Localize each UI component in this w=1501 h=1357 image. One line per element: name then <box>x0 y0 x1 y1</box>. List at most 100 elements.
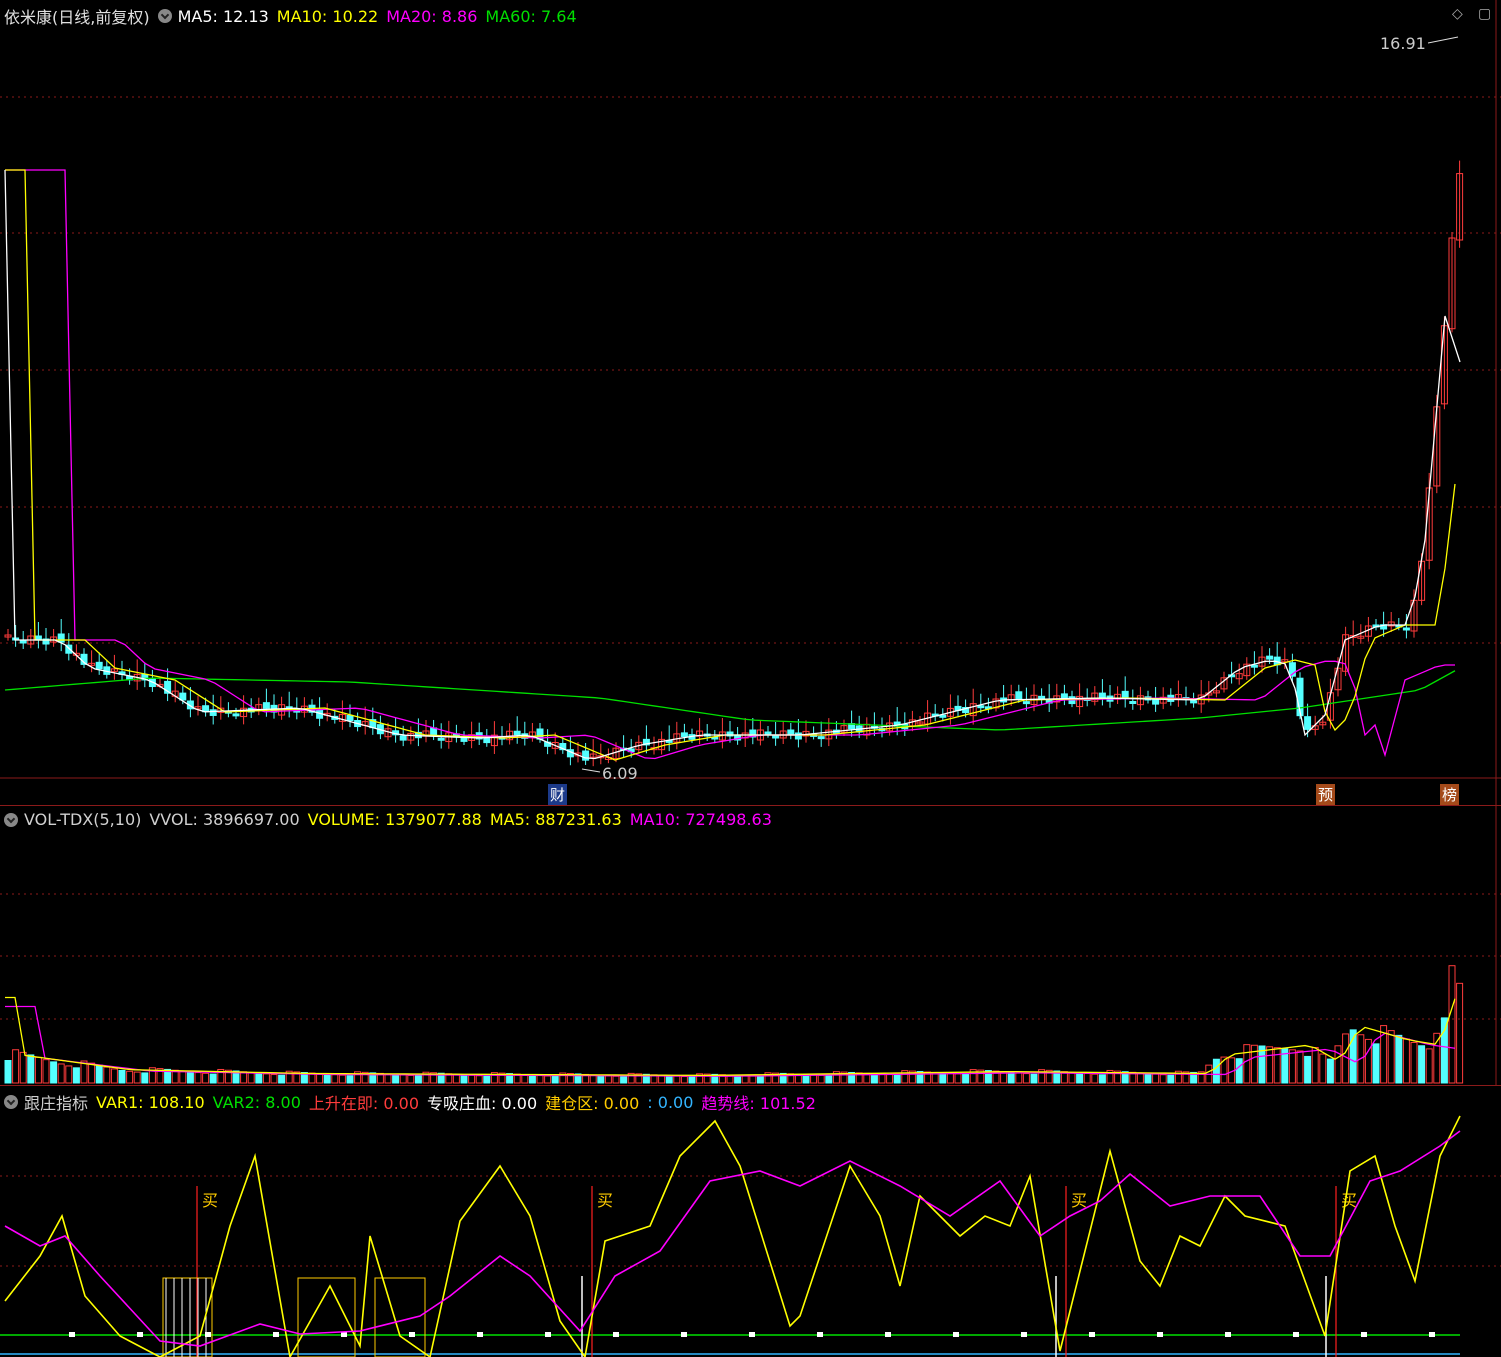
volume-bar <box>42 1059 50 1084</box>
volume-bar <box>673 1075 681 1084</box>
volume-bar <box>65 1065 73 1084</box>
volume-bar <box>278 1074 286 1084</box>
dropdown-icon[interactable] <box>4 1095 18 1109</box>
volume-bar <box>95 1064 103 1084</box>
volume-panel[interactable]: VOL-TDX(5,10) VVOL: 3896697.00 VOLUME: 1… <box>0 805 1501 1086</box>
volume-bar <box>1410 1041 1418 1084</box>
volume-bar <box>1311 1046 1319 1084</box>
volume-bar <box>1440 1017 1448 1084</box>
volume-bar <box>1296 1050 1304 1084</box>
volume-bar <box>202 1072 210 1084</box>
volume-bar <box>407 1074 415 1084</box>
volume-bar <box>1387 1030 1395 1084</box>
candle-body <box>1304 716 1312 730</box>
build-label: 建仓区: 0.00 <box>545 1090 639 1114</box>
candle-body <box>346 714 354 721</box>
volume-bar <box>741 1075 749 1084</box>
var1-line <box>4 1115 1461 1357</box>
ma10-line <box>5 169 1456 761</box>
ma5-line <box>4 169 1461 760</box>
candle-body <box>977 705 985 709</box>
rise-name: 上升在即 <box>308 1094 373 1113</box>
volume-bar <box>680 1076 688 1084</box>
candle-body <box>437 737 445 741</box>
baseline-dot <box>1021 1332 1027 1337</box>
ma20-label: MA20: 8.86 <box>386 6 478 26</box>
volume-bar <box>604 1075 612 1084</box>
baseline-dot <box>953 1332 959 1337</box>
marker-ranking[interactable]: 榜 <box>1440 784 1460 805</box>
trend-label: 趋势线: 101.52 <box>701 1090 815 1114</box>
maximize-icon[interactable]: ▢ <box>1478 6 1491 22</box>
volume-bar <box>50 1061 58 1084</box>
volume-bar <box>255 1072 263 1084</box>
absorb-label: 专吸庄血: 0.00 <box>427 1090 537 1114</box>
volume-bar <box>1136 1072 1144 1084</box>
high-pointer <box>1427 36 1459 44</box>
baseline-dot <box>477 1332 483 1337</box>
volume-bar <box>126 1070 134 1084</box>
candle-body <box>1129 701 1137 705</box>
volume-bar <box>483 1075 491 1084</box>
volume-bar <box>756 1075 764 1084</box>
baseline-dot <box>1157 1332 1163 1337</box>
candle-body <box>262 702 270 709</box>
candle-body <box>399 735 407 741</box>
volume-bar <box>103 1066 111 1084</box>
volume-bar <box>316 1073 324 1084</box>
baseline-dot <box>409 1332 415 1337</box>
volume-bar <box>528 1074 536 1084</box>
build-value: : 0.00 <box>593 1094 640 1113</box>
stock-title[interactable]: 依米康(日线,前复权) <box>4 4 150 28</box>
volume-bar <box>19 1051 27 1084</box>
volume-bar <box>886 1074 894 1084</box>
volume-bar <box>186 1071 194 1084</box>
candlestick-chart[interactable] <box>0 0 1501 805</box>
ma60-line <box>4 670 1456 731</box>
volume-bar <box>331 1074 339 1084</box>
volume-bar <box>475 1075 483 1084</box>
indicator-name[interactable]: 跟庄指标 <box>24 1090 88 1114</box>
volume-bar <box>1395 1034 1403 1084</box>
volume-bar <box>209 1073 217 1084</box>
candle-body <box>787 729 795 736</box>
vol-indicator-name[interactable]: VOL-TDX(5,10) <box>24 810 141 829</box>
volume-bar <box>57 1063 65 1084</box>
volume-bar <box>27 1054 35 1084</box>
candle-body <box>1402 627 1410 631</box>
volume-bar <box>179 1070 187 1084</box>
candle-body <box>1098 692 1106 698</box>
volume-bar <box>1091 1073 1099 1084</box>
volume-bar <box>878 1073 886 1084</box>
low-pointer <box>581 768 601 773</box>
volume-bar <box>1304 1055 1312 1084</box>
volume-bar <box>1167 1074 1175 1084</box>
rise-label: 上升在即: 0.00 <box>309 1090 419 1114</box>
build-zone-box <box>374 1277 426 1357</box>
volume-bar <box>1022 1073 1030 1084</box>
volume-chart[interactable] <box>0 806 1501 1086</box>
volume-bar <box>1402 1038 1410 1084</box>
volume-bar <box>1015 1072 1023 1084</box>
indicator-panel[interactable]: 买买买买 跟庄指标 VAR1: 108.10 VAR2: 8.00 上升在即: … <box>0 1085 1501 1357</box>
candle-body <box>95 661 103 670</box>
dropdown-icon[interactable] <box>4 812 18 827</box>
candle-body <box>1250 664 1258 668</box>
marker-forecast[interactable]: 预 <box>1316 784 1336 805</box>
indicator-chart[interactable]: 买买买买 <box>0 1086 1501 1357</box>
volume-bar <box>1152 1073 1160 1084</box>
price-panel[interactable]: 依米康(日线,前复权) MA5: 12.13 MA10: 10.22 MA20:… <box>0 0 1501 805</box>
baseline-dot <box>273 1332 279 1337</box>
absorb-value: : 0.00 <box>491 1094 538 1113</box>
marker-finance[interactable]: 财 <box>548 784 568 805</box>
diamond-icon[interactable]: ◇ <box>1452 6 1463 22</box>
volume-header: VOL-TDX(5,10) VVOL: 3896697.00 VOLUME: 1… <box>4 810 780 829</box>
candle-body <box>57 633 65 643</box>
volume-bar <box>141 1072 149 1084</box>
dropdown-icon[interactable] <box>157 9 172 23</box>
volume-bar <box>551 1075 559 1084</box>
vol-ma5-label: MA5: 887231.63 <box>489 810 622 829</box>
volume-bar <box>392 1073 400 1084</box>
baseline-dot <box>817 1332 823 1337</box>
baseline-dot <box>749 1332 755 1337</box>
